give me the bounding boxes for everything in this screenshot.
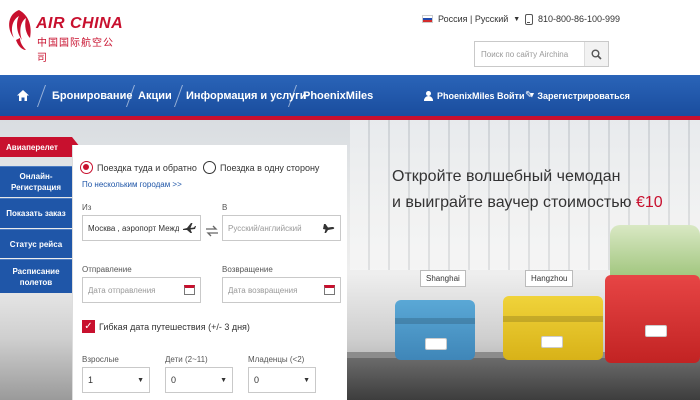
login-label: PhoenixMiles Войти xyxy=(437,90,525,101)
chevron-down-icon: ▼ xyxy=(220,376,227,384)
search-input[interactable] xyxy=(475,42,580,66)
home-icon xyxy=(17,89,29,101)
return-date-field xyxy=(222,277,341,303)
conveyor-belt xyxy=(330,358,700,400)
nav-item-booking[interactable]: Бронирование xyxy=(52,75,132,116)
phone-icon xyxy=(525,13,533,25)
infants-value: 0 xyxy=(254,375,260,385)
sidebar-item-flights[interactable]: Авиаперелет xyxy=(0,137,80,157)
arrival-plane-icon xyxy=(321,221,337,235)
main-nav: Бронирование Акции Информация и услуги P… xyxy=(0,75,700,116)
hotline: 810-800-86-100-999 xyxy=(525,12,620,26)
adults-value: 1 xyxy=(88,375,94,385)
from-input[interactable] xyxy=(83,216,179,240)
promo-amount: €10 xyxy=(636,194,663,211)
nav-divider xyxy=(173,85,184,107)
chevron-down-icon: ▼ xyxy=(137,376,144,384)
phoenixmiles-login[interactable]: PhoenixMiles Войти ▼ xyxy=(424,75,535,116)
multi-city-link[interactable]: По нескольким городам >> xyxy=(82,180,182,189)
flexible-dates-checkbox[interactable]: ✓ Гибкая дата путешествия (+/- 3 дня) xyxy=(82,320,250,333)
radio-selected-icon xyxy=(80,161,93,174)
logo-chinese-text: 中国国际航空公司 xyxy=(37,38,114,64)
sidebar-item-checkin[interactable]: Онлайн-Регистрация xyxy=(0,166,72,197)
depart-date-input[interactable] xyxy=(83,278,179,302)
luggage-tag xyxy=(645,325,667,337)
caret-down-icon: ▼ xyxy=(513,15,521,23)
suitcase-red xyxy=(605,275,700,363)
user-icon xyxy=(424,90,433,101)
trip-roundtrip-label: Поездка туда и обратно xyxy=(97,162,197,173)
trip-type-oneway[interactable]: Поездка в одну сторону xyxy=(203,161,319,174)
register-link[interactable]: ✎ Зарегистрироваться xyxy=(525,75,630,116)
site-search xyxy=(474,41,609,67)
suitcase-stripe xyxy=(395,318,475,324)
register-label: Зарегистрироваться xyxy=(537,90,630,101)
calendar-icon[interactable] xyxy=(321,283,337,297)
sidebar-item-flight-status[interactable]: Статус рейса xyxy=(0,229,72,258)
suitcase-yellow xyxy=(503,296,603,360)
pencil-icon: ✎ xyxy=(525,90,534,101)
checkmark-icon: ✓ xyxy=(82,320,95,333)
adults-select[interactable]: 1 ▼ xyxy=(82,367,150,393)
promo-headline: Откройте волшебный чемодан xyxy=(392,168,621,185)
chevron-down-icon: ▼ xyxy=(303,376,310,384)
depart-date-field xyxy=(82,277,201,303)
to-label: В xyxy=(222,203,228,212)
russia-flag-icon xyxy=(422,15,433,23)
to-field xyxy=(222,215,341,241)
sidebar-item-schedule[interactable]: Расписание полетов xyxy=(0,259,72,293)
children-value: 0 xyxy=(171,375,177,385)
children-select[interactable]: 0 ▼ xyxy=(165,367,233,393)
departure-plane-icon xyxy=(181,221,197,235)
suitcase-blue xyxy=(395,300,475,360)
luggage-tag xyxy=(425,338,447,350)
logo-text: AIR CHINA xyxy=(36,15,124,32)
phone-number: 810-800-86-100-999 xyxy=(538,14,621,24)
suitcase-landmarks xyxy=(610,225,700,280)
search-button[interactable] xyxy=(584,42,608,66)
city-tag-shanghai: Shanghai xyxy=(420,270,466,287)
adults-label: Взрослые xyxy=(82,355,119,364)
trip-oneway-label: Поездка в одну сторону xyxy=(220,162,320,173)
language-selector[interactable]: Россия | Русский ▼ xyxy=(422,12,520,26)
promo-subheadline-text: и выиграйте ваучер стоимостью xyxy=(392,194,636,211)
infants-label: Младенцы (<2) xyxy=(248,355,305,364)
nav-item-promotions[interactable]: Акции xyxy=(138,75,172,116)
home-button[interactable] xyxy=(12,85,34,105)
air-china-logo[interactable]: AIR CHINA 中国国际航空公司 xyxy=(4,6,124,64)
city-tag-hangzhou: Hangzhou xyxy=(525,270,574,287)
nav-item-phoenixmiles[interactable]: PhoenixMiles xyxy=(303,75,373,116)
swap-icon[interactable] xyxy=(205,225,219,237)
luggage-tag xyxy=(541,336,563,348)
calendar-icon[interactable] xyxy=(181,283,197,297)
from-field xyxy=(82,215,201,241)
site-header: AIR CHINA 中国国际航空公司 Россия | Русский ▼ 81… xyxy=(0,0,700,75)
suitcase-stripe xyxy=(503,316,603,322)
from-label: Из xyxy=(82,203,92,212)
nav-divider xyxy=(36,85,47,107)
radio-unselected-icon xyxy=(203,161,216,174)
language-label: Россия | Русский xyxy=(438,14,509,24)
promo-subheadline: и выиграйте ваучер стоимостью €10 xyxy=(392,194,663,212)
return-label: Возвращение xyxy=(222,265,273,274)
to-input[interactable] xyxy=(223,216,319,240)
sidebar-item-view-order[interactable]: Показать заказ xyxy=(0,198,72,228)
phoenix-logo-icon xyxy=(9,10,31,50)
flexible-dates-label: Гибкая дата путешествия (+/- 3 дня) xyxy=(99,321,250,332)
children-label: Дети (2~11) xyxy=(165,355,208,364)
depart-label: Отправление xyxy=(82,265,132,274)
search-icon xyxy=(591,49,602,60)
return-date-input[interactable] xyxy=(223,278,319,302)
trip-type-roundtrip[interactable]: Поездка туда и обратно xyxy=(80,161,197,174)
infants-select[interactable]: 0 ▼ xyxy=(248,367,316,393)
nav-item-info-services[interactable]: Информация и услуги xyxy=(186,75,307,116)
